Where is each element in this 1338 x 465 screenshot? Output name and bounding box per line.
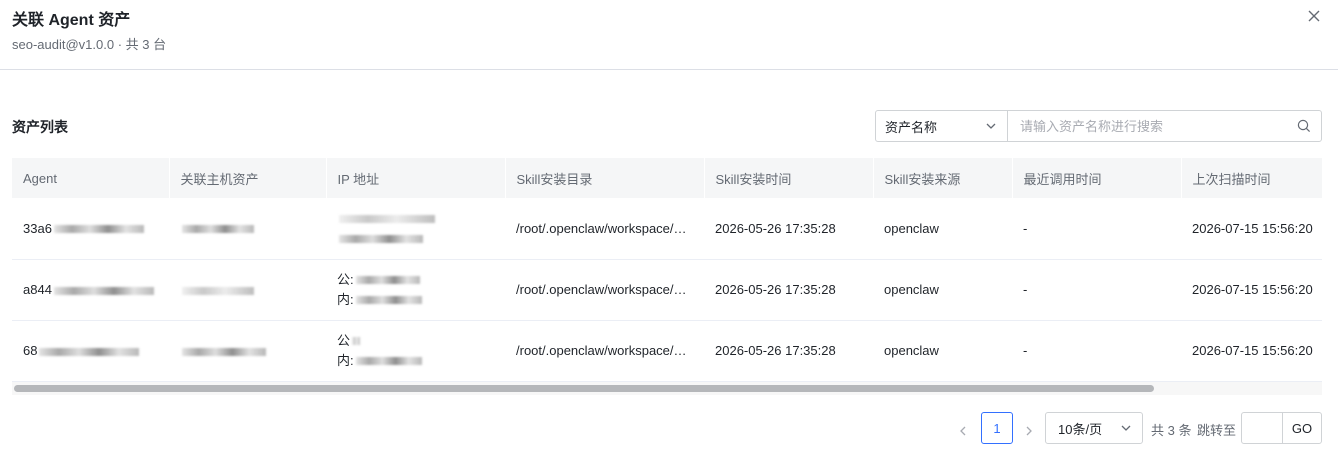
- chevron-down-icon: [986, 123, 996, 129]
- search-field-select[interactable]: 资产名称: [876, 111, 1008, 141]
- table-row[interactable]: a844 公: 内: /root/.openclaw/workspace/sk.…: [12, 259, 1322, 321]
- asset-table: Agent 关联主机资产 IP 地址 Skill安装目录 Skill安装时间 S…: [12, 158, 1322, 396]
- cell-ip: [326, 198, 505, 260]
- cell-install-time: 2026-05-26 17:35:28: [704, 259, 873, 321]
- cell-install-dir: /root/.openclaw/workspace/sk...: [505, 198, 704, 260]
- jump-page-input[interactable]: [1242, 413, 1283, 443]
- ip-line-public: 公: [337, 331, 494, 351]
- redacted-text: [355, 296, 422, 305]
- column-header-agent: Agent: [12, 158, 170, 198]
- ip-line-public: [337, 208, 494, 228]
- close-icon: [1308, 10, 1320, 22]
- cell-last-call: -: [1012, 320, 1181, 382]
- agent-id: 68: [23, 343, 38, 358]
- redacted-text: [182, 347, 266, 356]
- next-page-button[interactable]: [1018, 420, 1040, 442]
- cell-agent: 68: [12, 320, 169, 382]
- chevron-right-icon: [1026, 426, 1032, 436]
- ip-line-public: 公:: [337, 270, 494, 290]
- redacted-text: [182, 286, 254, 295]
- cell-ip: 公 内:: [326, 320, 505, 382]
- table-row[interactable]: 33a6 /root/.openclaw/workspace/sk... 202…: [12, 198, 1322, 260]
- close-button[interactable]: [1304, 6, 1324, 26]
- column-header-install-source: Skill安装来源: [873, 158, 1013, 198]
- cell-install-time: 2026-05-26 17:35:28: [704, 198, 873, 260]
- search-field-label: 资产名称: [885, 119, 938, 135]
- cell-last-scan: 2026-07-15 15:56:20: [1181, 320, 1322, 382]
- page-number-button[interactable]: 1: [981, 412, 1013, 444]
- search-group: 资产名称: [875, 110, 1322, 142]
- cell-install-dir: /root/.openclaw/workspace/sk...: [505, 259, 704, 321]
- ip-line-private: 内:: [337, 290, 494, 310]
- cell-install-time: 2026-05-26 17:35:28: [704, 320, 873, 382]
- redacted-text: [53, 286, 154, 295]
- cell-agent: 33a6: [12, 198, 169, 260]
- search-input[interactable]: [1008, 111, 1287, 141]
- cell-host: [169, 198, 326, 260]
- prev-page-button[interactable]: [952, 420, 974, 442]
- modal-header: 关联 Agent 资产 seo-audit@v1.0.0 · 共 3 台: [0, 0, 1338, 70]
- modal-subtitle: seo-audit@v1.0.0 · 共 3 台: [12, 37, 167, 52]
- page-size-select[interactable]: 10条/页: [1045, 412, 1143, 444]
- table-header-row: Agent 关联主机资产 IP 地址 Skill安装目录 Skill安装时间 S…: [12, 158, 1322, 198]
- section-title: 资产列表: [12, 119, 68, 135]
- column-header-last-call: 最近调用时间: [1012, 158, 1182, 198]
- search-button[interactable]: [1287, 111, 1321, 141]
- ip-line-private: 内:: [337, 351, 494, 371]
- cell-install-source: openclaw: [873, 259, 1012, 321]
- redacted-text: [39, 347, 140, 356]
- redacted-text: [339, 214, 435, 223]
- redacted-text: [53, 225, 144, 234]
- column-header-install-dir: Skill安装目录: [505, 158, 705, 198]
- agent-id: a844: [23, 282, 52, 297]
- ip-line-private: [337, 228, 494, 248]
- go-button[interactable]: GO: [1283, 413, 1321, 443]
- column-header-host: 关联主机资产: [169, 158, 327, 198]
- redacted-text: [339, 234, 423, 243]
- horizontal-scrollbar[interactable]: [12, 381, 1322, 395]
- redacted-text: [355, 357, 422, 366]
- cell-last-call: -: [1012, 259, 1181, 321]
- cell-last-call: -: [1012, 198, 1181, 260]
- modal-title: 关联 Agent 资产: [12, 12, 131, 29]
- redacted-text: [352, 337, 361, 346]
- cell-agent: a844: [12, 259, 169, 321]
- cell-last-scan: 2026-07-15 15:56:20: [1181, 259, 1322, 321]
- cell-install-source: openclaw: [873, 198, 1012, 260]
- cell-ip: 公: 内:: [326, 259, 505, 321]
- search-icon: [1297, 119, 1311, 133]
- page-size-label: 10条/页: [1058, 421, 1103, 437]
- column-header-last-scan: 上次扫描时间: [1181, 158, 1322, 198]
- redacted-text: [182, 225, 254, 234]
- chevron-left-icon: [960, 426, 966, 436]
- cell-last-scan: 2026-07-15 15:56:20: [1181, 198, 1322, 260]
- chevron-down-icon: [1121, 425, 1131, 431]
- cell-install-dir: /root/.openclaw/workspace/sk...: [505, 320, 704, 382]
- table-row[interactable]: 68 公 内: /root/.openclaw/workspace/sk... …: [12, 320, 1322, 382]
- total-count: 共 3 条: [1151, 423, 1192, 438]
- redacted-text: [355, 276, 420, 285]
- scrollbar-thumb[interactable]: [14, 385, 1154, 392]
- jump-label: 跳转至: [1197, 423, 1237, 438]
- agent-id: 33a6: [23, 220, 52, 236]
- column-header-install-time: Skill安装时间: [704, 158, 874, 198]
- column-header-ip: IP 地址: [326, 158, 506, 198]
- cell-install-source: openclaw: [873, 320, 1012, 382]
- cell-host: [169, 320, 326, 382]
- jump-group: GO: [1241, 412, 1322, 444]
- cell-host: [169, 259, 326, 321]
